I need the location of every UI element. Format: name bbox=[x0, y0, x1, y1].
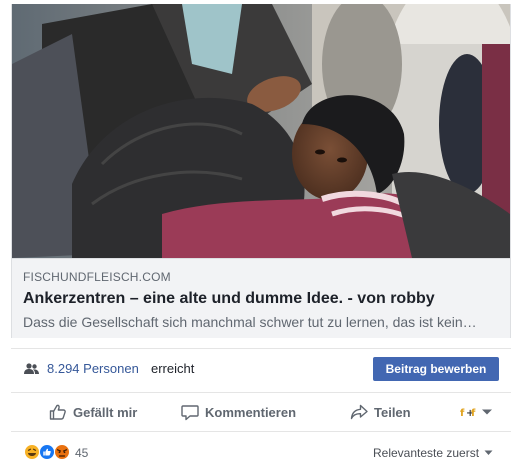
post-action-bar: Gefällt mir Kommentieren Teilen f + f bbox=[11, 392, 511, 432]
reach-count-link[interactable]: 8.294 Personen bbox=[47, 361, 139, 377]
reaction-icons-group[interactable] bbox=[24, 444, 76, 460]
photo-refugee-boy-icon bbox=[12, 4, 510, 258]
like-label: Gefällt mir bbox=[73, 404, 138, 420]
reach-suffix: erreicht bbox=[151, 361, 195, 376]
thumbs-up-icon bbox=[49, 404, 66, 420]
sort-label: Relevanteste zuerst bbox=[373, 446, 480, 460]
reaction-audience-selector[interactable]: f + f bbox=[459, 403, 493, 421]
svg-text:f: f bbox=[460, 408, 465, 418]
like-reaction-icon bbox=[39, 444, 55, 460]
link-preview-image[interactable] bbox=[12, 4, 510, 258]
link-domain: FISCHUNDFLEISCH.COM bbox=[23, 270, 171, 284]
angry-icon bbox=[54, 444, 70, 460]
promote-post-button[interactable]: Beitrag bewerben bbox=[373, 357, 499, 381]
link-preview-meta[interactable]: FISCHUNDFLEISCH.COM Ankerzentren – eine … bbox=[12, 258, 510, 338]
people-icon bbox=[24, 363, 39, 374]
comment-icon bbox=[181, 405, 199, 421]
share-icon bbox=[350, 404, 368, 420]
comment-button[interactable]: Kommentieren bbox=[181, 393, 296, 431]
comment-label: Kommentieren bbox=[205, 404, 297, 420]
like-button[interactable]: Gefällt mir bbox=[49, 393, 137, 431]
link-title[interactable]: Ankerzentren – eine alte und dumme Idee.… bbox=[23, 288, 498, 310]
share-label: Teilen bbox=[374, 404, 411, 420]
facebook-post: FISCHUNDFLEISCH.COM Ankerzentren – eine … bbox=[0, 0, 523, 476]
reach-row: 8.294 Personen erreicht Beitrag bewerben bbox=[11, 348, 511, 392]
link-description: Dass die Gesellschaft sich manchmal schw… bbox=[23, 314, 477, 330]
haha-icon bbox=[24, 444, 40, 460]
svg-text:f: f bbox=[471, 408, 476, 418]
reaction-count[interactable]: 45 bbox=[75, 445, 88, 461]
comment-sort-dropdown[interactable]: Relevanteste zuerst bbox=[373, 445, 493, 461]
share-button[interactable]: Teilen bbox=[350, 393, 411, 431]
page-avatar-icon: f + f bbox=[459, 406, 477, 418]
reactions-summary-row: 45 Relevanteste zuerst bbox=[11, 433, 511, 471]
caret-down-icon bbox=[484, 450, 493, 455]
link-preview-card[interactable]: FISCHUNDFLEISCH.COM Ankerzentren – eine … bbox=[11, 4, 511, 338]
chevron-down-icon bbox=[482, 409, 492, 415]
